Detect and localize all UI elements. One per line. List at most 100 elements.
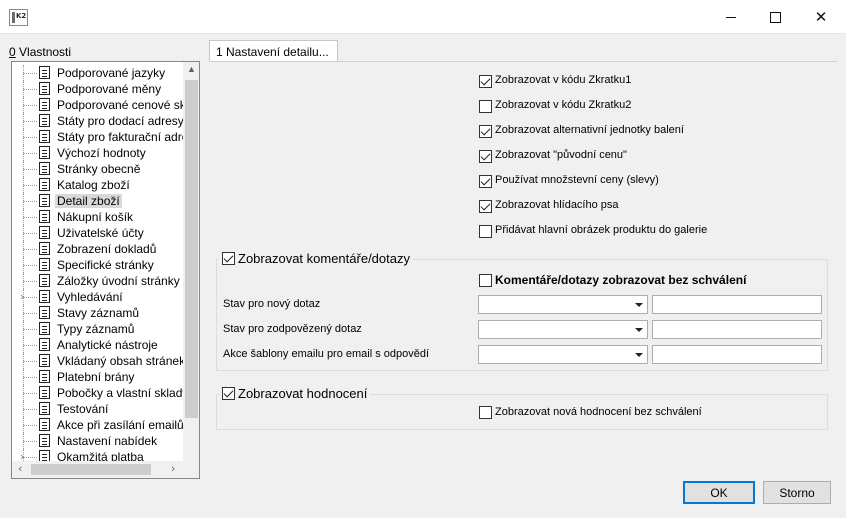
- close-icon: ✕: [814, 8, 828, 26]
- tree-connector: [23, 409, 37, 410]
- field-text-input[interactable]: [652, 345, 822, 364]
- horizontal-scroll-thumb[interactable]: [31, 464, 151, 475]
- scroll-up-icon[interactable]: ▲: [187, 64, 196, 74]
- cancel-button[interactable]: Storno: [763, 481, 831, 504]
- tree-item-label: Nákupní košík: [57, 210, 134, 224]
- field-text-input[interactable]: [652, 320, 822, 339]
- properties-label-text: Vlastnosti: [15, 45, 72, 59]
- document-icon: [39, 306, 50, 319]
- tree-item-label: Nastavení nabídek: [57, 434, 158, 448]
- ratings-no-approval-checkbox[interactable]: [479, 406, 492, 419]
- tree-item[interactable]: Státy pro fakturační adres: [12, 129, 194, 145]
- tree-connector: [23, 377, 37, 378]
- tree-item[interactable]: Stavy záznamů: [12, 305, 184, 321]
- expand-icon[interactable]: ›: [20, 290, 24, 303]
- tree-item[interactable]: Zobrazení dokladů: [12, 241, 184, 257]
- ratings-enabled-checkbox[interactable]: [222, 387, 235, 400]
- comments-enabled-checkbox[interactable]: [222, 252, 235, 265]
- tree-item[interactable]: Pobočky a vlastní sklady: [12, 385, 188, 401]
- tree-connector: [23, 201, 37, 202]
- tree-item-label: Testování: [57, 402, 109, 416]
- tree-item-label: Státy pro fakturační adres: [57, 130, 195, 144]
- tree-item-label: Pobočky a vlastní sklady: [57, 386, 189, 400]
- tab-detail-settings[interactable]: 1 Nastavení detailu...: [209, 40, 338, 62]
- comments-group-header[interactable]: Zobrazovat komentáře/dotazy: [219, 251, 413, 266]
- option-checkbox[interactable]: [479, 200, 492, 213]
- option-checkbox[interactable]: [479, 75, 492, 88]
- option-checkbox[interactable]: [479, 125, 492, 138]
- option-checkbox[interactable]: [479, 175, 492, 188]
- title-bar: K2 ✕: [0, 0, 846, 34]
- vertical-scrollbar[interactable]: ▲: [183, 62, 199, 461]
- tree-item[interactable]: Platební brány: [12, 369, 184, 385]
- field-select[interactable]: [478, 320, 648, 339]
- tree-item[interactable]: Vkládaný obsah stránek: [12, 353, 185, 369]
- dropdown-arrow-icon[interactable]: [631, 297, 646, 312]
- document-icon: [39, 114, 50, 127]
- tree-connector: [23, 329, 37, 330]
- scroll-right-icon[interactable]: ›: [171, 462, 175, 475]
- comments-no-approval-checkbox[interactable]: [479, 274, 492, 287]
- ratings-group-label: Zobrazovat hodnocení: [238, 386, 368, 401]
- document-icon: [39, 370, 50, 383]
- tree-item[interactable]: Výchozí hodnoty: [12, 145, 184, 161]
- document-icon: [39, 434, 50, 447]
- scroll-left-icon[interactable]: ‹: [18, 462, 22, 475]
- tree-item[interactable]: Podporované měny: [12, 81, 184, 97]
- tree-item[interactable]: Záložky úvodní stránky: [12, 273, 184, 289]
- document-icon: [39, 226, 50, 239]
- tree-item[interactable]: › Vyhledávání: [12, 289, 184, 305]
- tree-connector: [23, 393, 37, 394]
- tree-item-label: Výchozí hodnoty: [57, 146, 146, 160]
- dropdown-arrow-icon[interactable]: [631, 322, 646, 337]
- tree-item[interactable]: Detail zboží: [12, 193, 184, 209]
- tree-connector: [23, 281, 37, 282]
- ratings-group-header[interactable]: Zobrazovat hodnocení: [219, 386, 371, 401]
- document-icon: [39, 418, 50, 431]
- tree-item[interactable]: Testování: [12, 401, 184, 417]
- field-select[interactable]: [478, 345, 648, 364]
- tree-item[interactable]: Uživatelské účty: [12, 225, 184, 241]
- vertical-scroll-thumb[interactable]: [185, 80, 198, 418]
- document-icon: [39, 322, 50, 335]
- tree-item[interactable]: Nákupní košík: [12, 209, 184, 225]
- document-icon: [39, 386, 50, 399]
- tree-item[interactable]: Specifické stránky: [12, 257, 184, 273]
- option-label: Zobrazovat hlídacího psa: [495, 199, 619, 211]
- horizontal-scrollbar[interactable]: ‹ ›: [12, 461, 199, 478]
- tree-connector: [23, 457, 37, 458]
- document-icon: [39, 130, 50, 143]
- field-select[interactable]: [478, 295, 648, 314]
- tree-item[interactable]: Státy pro dodací adresy: [12, 113, 184, 129]
- tree-item[interactable]: Analytické nástroje: [12, 337, 184, 353]
- cancel-button-label: Storno: [779, 485, 815, 500]
- tree-item[interactable]: Typy záznamů: [12, 321, 184, 337]
- tree-item[interactable]: Stránky obecně: [12, 161, 184, 177]
- document-icon: [39, 82, 50, 95]
- ok-button[interactable]: OK: [683, 481, 755, 504]
- option-label: Zobrazovat v kódu Zkratku1: [495, 74, 632, 86]
- minimize-button[interactable]: [708, 0, 754, 34]
- tree-connector: [23, 89, 37, 90]
- tree-connector: [23, 345, 37, 346]
- tree-connector: [23, 137, 37, 138]
- tree-item[interactable]: Nastavení nabídek: [12, 433, 184, 449]
- minimize-icon: [726, 16, 736, 18]
- tree-connector: [23, 361, 37, 362]
- document-icon: [39, 290, 50, 303]
- tree-item[interactable]: Akce při zasílání emailů: [12, 417, 184, 433]
- option-checkbox[interactable]: [479, 225, 492, 238]
- option-checkbox[interactable]: [479, 100, 492, 113]
- tree-item[interactable]: Katalog zboží: [12, 177, 184, 193]
- field-text-input[interactable]: [652, 295, 822, 314]
- tree-item[interactable]: Podporované jazyky: [12, 65, 184, 81]
- maximize-button[interactable]: [752, 0, 798, 34]
- properties-tree[interactable]: Podporované jazyky Podporované měny Podpor…: [11, 61, 200, 479]
- tree-connector: [23, 105, 37, 106]
- tree-connector: [23, 249, 37, 250]
- document-icon: [39, 162, 50, 175]
- dropdown-arrow-icon[interactable]: [631, 347, 646, 362]
- tree-item[interactable]: Podporované cenové skup: [12, 97, 199, 113]
- option-checkbox[interactable]: [479, 150, 492, 163]
- close-button[interactable]: ✕: [798, 0, 844, 34]
